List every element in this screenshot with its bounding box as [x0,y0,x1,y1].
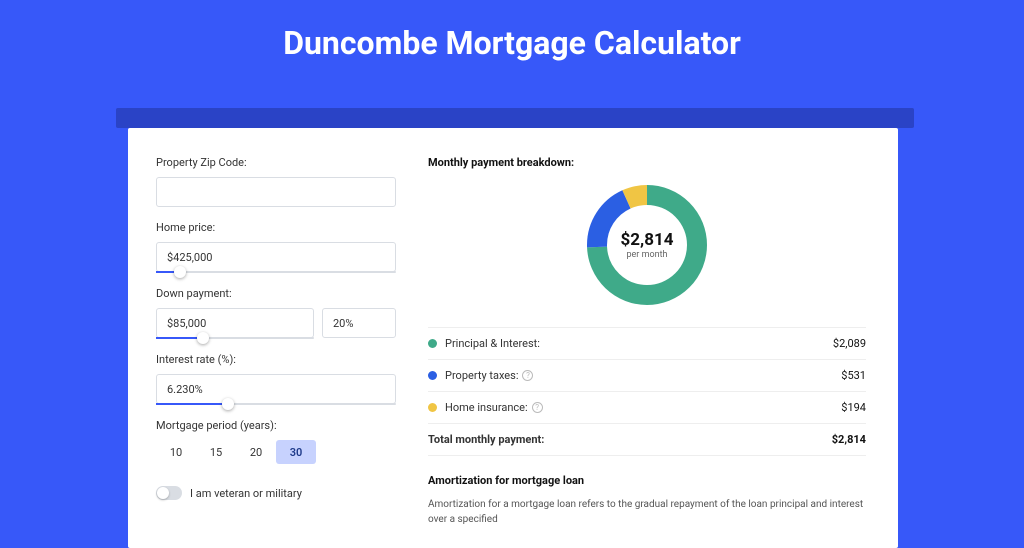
legend-dot-icon [428,403,437,412]
veteran-toggle[interactable] [156,486,182,500]
legend-total-value: $2,814 [832,433,866,446]
interest-rate-label: Interest rate (%): [156,353,396,366]
interest-rate-input[interactable] [156,374,396,404]
calculator-panel: Property Zip Code: Home price: Down paym… [128,128,898,548]
period-option-30[interactable]: 30 [276,440,316,464]
interest-rate-slider[interactable] [156,403,396,405]
mortgage-period-group: Mortgage period (years): 10 15 20 30 [156,419,396,464]
mortgage-period-label: Mortgage period (years): [156,419,396,432]
legend-label: Property taxes: ? [445,369,841,382]
donut-center: $2,814 per month [583,181,711,309]
legend-label: Principal & Interest: [445,337,833,350]
legend-label: Home insurance: ? [445,401,841,414]
down-payment-label: Down payment: [156,287,396,300]
donut-chart: $2,814 per month [583,181,711,309]
panel-shadow [116,108,914,128]
amortization-section: Amortization for mortgage loan Amortizat… [428,474,866,527]
slider-thumb-icon[interactable] [222,398,234,410]
amortization-title: Amortization for mortgage loan [428,474,866,487]
period-option-20[interactable]: 20 [236,440,276,464]
zip-group: Property Zip Code: [156,156,396,207]
zip-label: Property Zip Code: [156,156,396,169]
period-option-10[interactable]: 10 [156,440,196,464]
slider-thumb-icon[interactable] [174,266,186,278]
home-price-input[interactable] [156,242,396,272]
amortization-body: Amortization for a mortgage loan refers … [428,497,866,527]
donut-center-value: $2,814 [621,230,674,250]
info-icon[interactable]: ? [522,370,533,381]
slider-thumb-icon[interactable] [197,332,209,344]
legend-dot-icon [428,371,437,380]
zip-input[interactable] [156,177,396,207]
legend-row-total: Total monthly payment: $2,814 [428,424,866,456]
legend-total-label: Total monthly payment: [428,433,832,446]
legend-value: $531 [841,369,866,382]
info-icon[interactable]: ? [532,402,543,413]
page-title: Duncombe Mortgage Calculator [0,0,1024,82]
home-price-label: Home price: [156,221,396,234]
period-option-15[interactable]: 15 [196,440,236,464]
down-payment-pct-input[interactable] [322,308,396,338]
home-price-slider[interactable] [156,271,396,273]
home-price-group: Home price: [156,221,396,273]
legend-dot-icon [428,339,437,348]
breakdown-legend: Principal & Interest: $2,089 Property ta… [428,327,866,456]
donut-center-sub: per month [626,250,667,260]
legend-value: $194 [841,401,866,414]
legend-row-insurance: Home insurance: ? $194 [428,392,866,424]
inputs-column: Property Zip Code: Home price: Down paym… [156,156,396,548]
down-payment-input[interactable] [156,308,314,338]
interest-rate-group: Interest rate (%): [156,353,396,405]
veteran-row: I am veteran or military [156,486,396,500]
veteran-label: I am veteran or military [190,487,302,500]
breakdown-column: Monthly payment breakdown: $2,814 per mo… [428,156,866,548]
down-payment-slider[interactable] [156,337,314,339]
legend-value: $2,089 [833,337,866,350]
legend-row-taxes: Property taxes: ? $531 [428,360,866,392]
legend-row-principal: Principal & Interest: $2,089 [428,328,866,360]
donut-chart-wrap: $2,814 per month [428,181,866,309]
breakdown-title: Monthly payment breakdown: [428,156,866,169]
down-payment-group: Down payment: [156,287,396,339]
mortgage-period-options: 10 15 20 30 [156,440,396,464]
